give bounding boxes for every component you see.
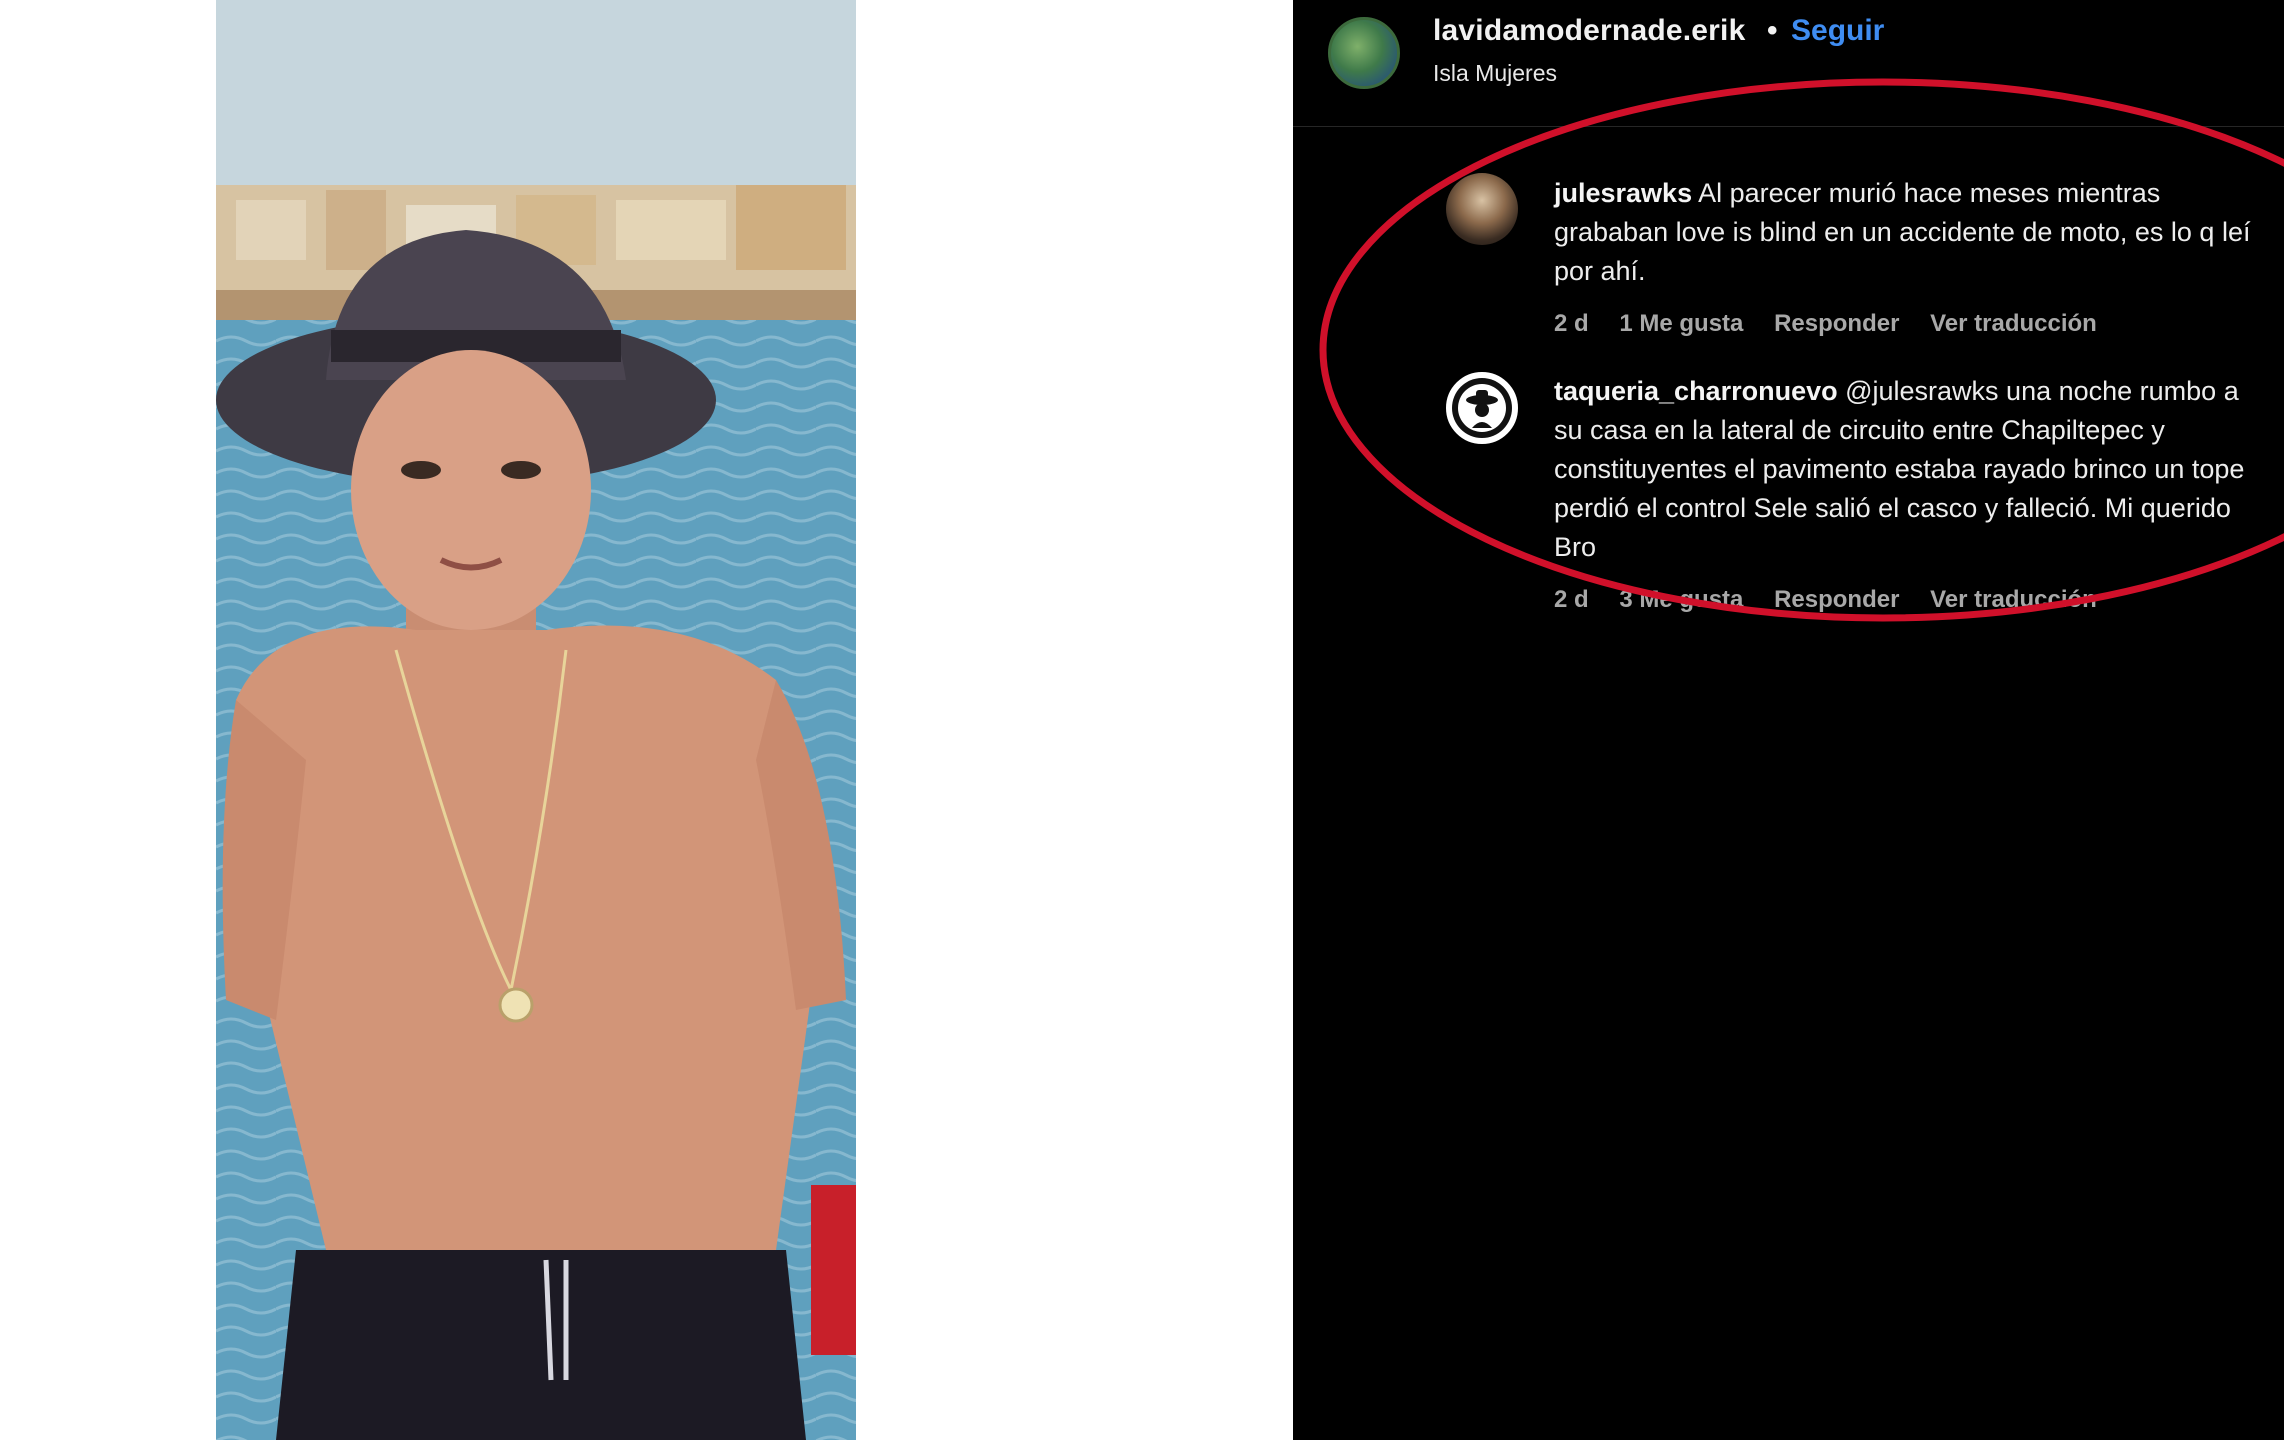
translate-button[interactable]: Ver traducción xyxy=(1930,310,2097,337)
translate-button[interactable]: Ver traducción xyxy=(1930,586,2097,613)
reply-button[interactable]: Responder xyxy=(1774,310,1899,337)
post-location[interactable]: Isla Mujeres xyxy=(1433,60,1557,87)
comment-likes[interactable]: 1 Me gusta xyxy=(1619,310,1743,337)
comment-time: 2 d xyxy=(1554,586,1589,613)
comment-actions: 2 d 3 Me gusta Responder Ver traducción xyxy=(1554,586,2121,614)
follow-button[interactable]: Seguir xyxy=(1791,14,1884,48)
separator-dot: • xyxy=(1767,14,1778,47)
comment-body: julesrawks Al parecer murió hace meses m… xyxy=(1554,174,2269,291)
comment-username[interactable]: taqueria_charronuevo xyxy=(1554,376,1838,406)
post-photo xyxy=(216,0,856,1440)
header-divider xyxy=(1293,126,2284,127)
owner-username[interactable]: lavidamodernade.erik xyxy=(1433,14,1745,48)
instagram-comments-panel: lavidamodernade.erik • Seguir Isla Mujer… xyxy=(1293,0,2284,1440)
commenter-avatar[interactable] xyxy=(1446,173,1518,245)
reply-button[interactable]: Responder xyxy=(1774,586,1899,613)
commenter-avatar[interactable] xyxy=(1446,372,1518,444)
comment-time: 2 d xyxy=(1554,310,1589,337)
comment-username[interactable]: julesrawks xyxy=(1554,178,1692,208)
comment-likes[interactable]: 3 Me gusta xyxy=(1619,586,1743,613)
charro-logo-icon xyxy=(1452,378,1512,438)
post-header: lavidamodernade.erik • Seguir Isla Mujer… xyxy=(1293,0,2284,124)
comment-actions: 2 d 1 Me gusta Responder Ver traducción xyxy=(1554,310,2121,338)
owner-avatar[interactable] xyxy=(1328,17,1400,89)
photo-illustration xyxy=(216,0,856,1440)
comment-body: taqueria_charronuevo @julesrawks una noc… xyxy=(1554,372,2269,567)
